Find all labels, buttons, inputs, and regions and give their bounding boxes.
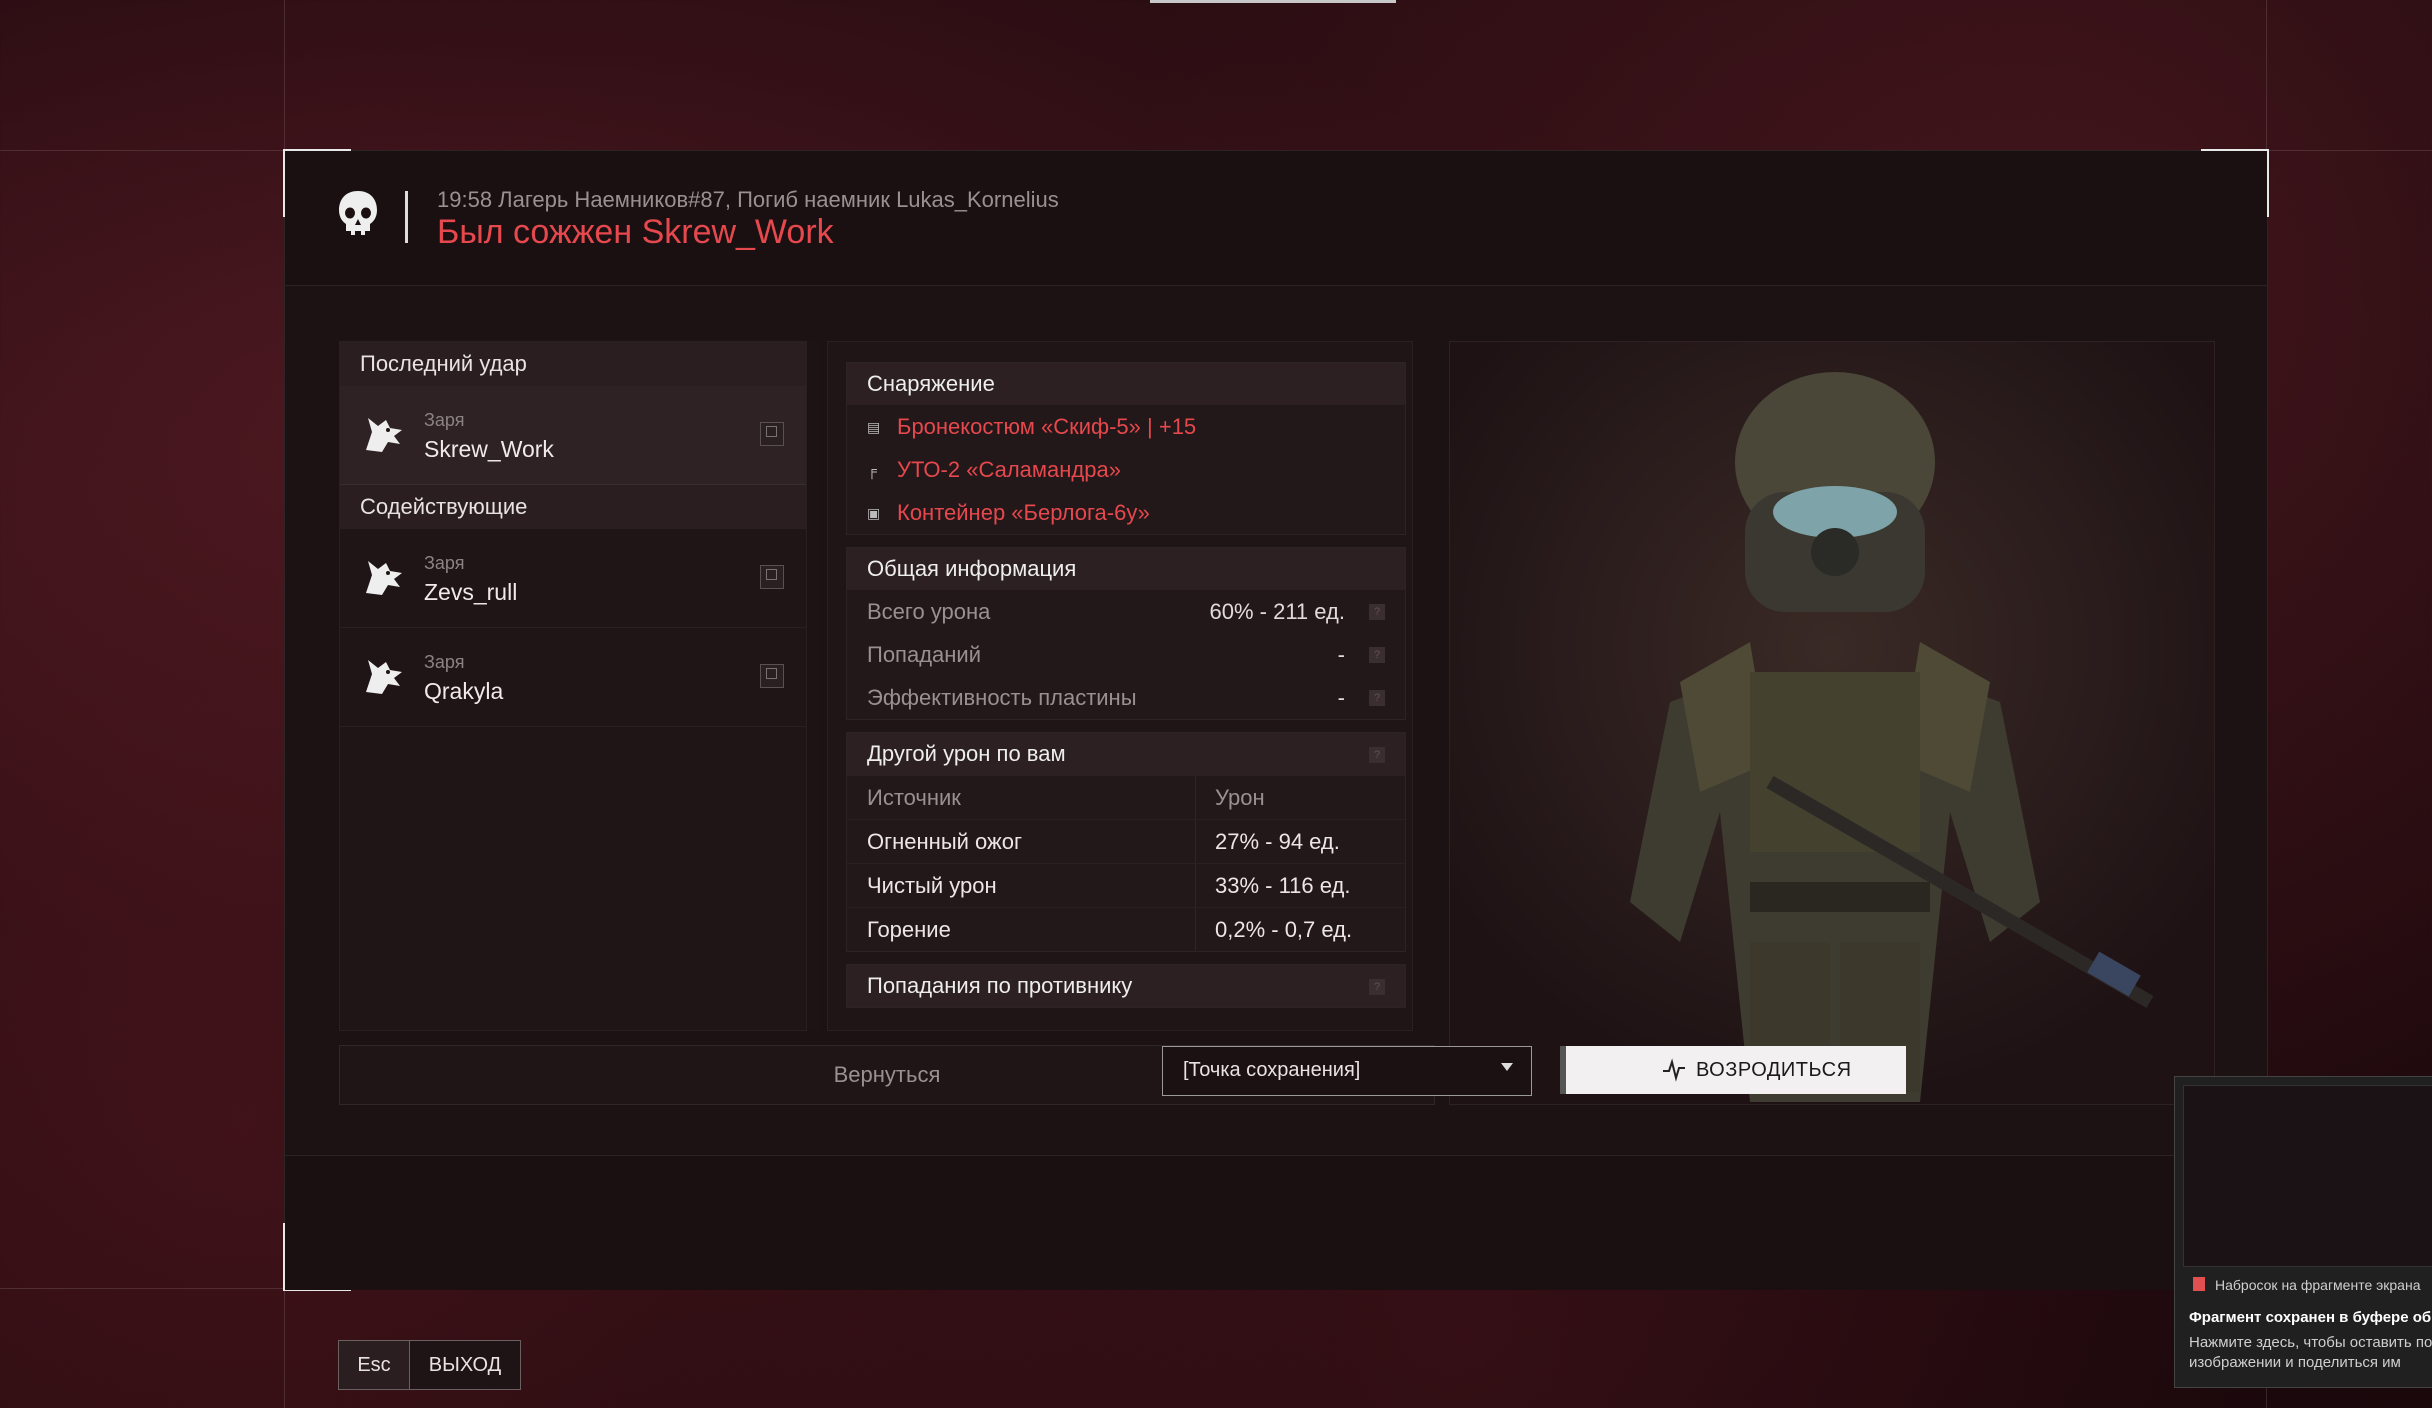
death-report-panel: 19:58 Лагерь Наемников#87, Погиб наемник… [283, 149, 2269, 1291]
info-value: 60% - 211 ед. [1209, 599, 1345, 624]
table-row: Чистый урон 33% - 116 ед. [847, 863, 1405, 907]
wolf-faction-icon [366, 561, 402, 595]
spawn-point-select[interactable]: [Точка сохранения] [1162, 1046, 1532, 1096]
info-label: Попаданий [867, 642, 981, 667]
damage-value: 0,2% - 0,7 ед. [1215, 917, 1353, 942]
pulse-icon [1663, 1058, 1685, 1082]
equipment-heading: Снаряжение [847, 363, 1405, 405]
left-scrollbar[interactable] [809, 341, 819, 1029]
enemy-hits-title: Попадания по противнику [867, 973, 1133, 998]
equipment-item[interactable]: ▣ Контейнер «Берлога-6у» [847, 491, 1405, 534]
snip-thumbnail [2183, 1085, 2432, 1267]
header-separator [405, 191, 408, 243]
table-header: Источник Урон [847, 775, 1405, 819]
general-info-block: Общая информация Всего урона 60% - 211 е… [846, 547, 1406, 720]
weapon-icon: ╒ [867, 461, 877, 478]
enemy-hits-heading: Попадания по противнику ? [847, 965, 1405, 1007]
equipment-item-name: УТО-2 «Саламандра» [897, 457, 1121, 482]
respawn-button[interactable]: ВОЗРОДИТЬСЯ [1560, 1046, 1906, 1094]
equipment-block: Снаряжение ▤ Бронекостюм «Скиф-5» | +15 … [846, 362, 1406, 535]
damage-value: 27% - 94 ед. [1215, 829, 1340, 854]
killer-row[interactable]: Заря Skrew_Work [340, 386, 806, 485]
damage-source: Чистый урон [867, 873, 997, 898]
other-damage-title: Другой урон по вам [867, 741, 1066, 766]
equipment-item-name: Бронекостюм «Скиф-5» | +15 [897, 414, 1197, 439]
death-subtitle: 19:58 Лагерь Наемников#87, Погиб наемник… [437, 187, 1059, 212]
other-damage-heading: Другой урон по вам ? [847, 733, 1405, 775]
exit-button[interactable]: Esc ВЫХОД [338, 1340, 521, 1390]
killers-panel: Последний удар Заря Skrew_Work Содейству… [339, 341, 807, 1031]
info-label: Всего урона [867, 599, 991, 624]
help-icon[interactable]: ? [1369, 747, 1385, 763]
help-icon[interactable]: ? [1369, 979, 1385, 995]
footer-bar [285, 1155, 2267, 1290]
toast-body: Нажмите здесь, чтобы оставить по изображ… [2189, 1334, 2432, 1371]
info-value: - [1337, 642, 1345, 667]
assists-heading: Содействующие [340, 485, 806, 529]
wolf-faction-icon [366, 418, 402, 452]
toast-app-name: Набросок на фрагменте экрана [2215, 1277, 2421, 1293]
character-preview [1449, 341, 2215, 1105]
equipment-item-name: Контейнер «Берлога-6у» [897, 500, 1150, 525]
exit-label: ВЫХОД [410, 1341, 520, 1389]
damage-source: Огненный ожог [867, 829, 1022, 854]
assist-row[interactable]: Заря Qrakyla [340, 628, 806, 727]
copy-icon[interactable] [760, 565, 784, 589]
respawn-label: ВОЗРОДИТЬСЯ [1696, 1059, 1852, 1081]
container-icon: ▣ [867, 504, 881, 521]
table-row: Огненный ожог 27% - 94 ед. [847, 819, 1405, 863]
help-icon[interactable]: ? [1369, 690, 1385, 706]
snipping-tool-icon [2193, 1277, 2205, 1291]
player-faction: Заря [424, 553, 465, 573]
help-icon[interactable]: ? [1369, 604, 1385, 620]
general-info-heading: Общая информация [847, 548, 1405, 590]
info-value: - [1337, 685, 1345, 710]
info-row: Попаданий - ? [847, 633, 1405, 676]
top-progress-bar [1150, 0, 1396, 3]
player-faction: Заря [424, 410, 465, 430]
equipment-item[interactable]: ▤ Бронекостюм «Скиф-5» | +15 [847, 405, 1405, 448]
table-row: Горение 0,2% - 0,7 ед. [847, 907, 1405, 951]
equipment-item[interactable]: ╒ УТО-2 «Саламандра» [847, 448, 1405, 491]
damage-source: Горение [867, 917, 951, 942]
esc-key: Esc [339, 1341, 410, 1389]
help-icon[interactable]: ? [1369, 647, 1385, 663]
enemy-hits-block[interactable]: Попадания по противнику ? [846, 964, 1406, 1008]
toast-title: Фрагмент сохранен в буфере обм [2189, 1309, 2432, 1326]
damage-value: 33% - 116 ед. [1215, 873, 1351, 898]
player-name: Zevs_rull [424, 579, 518, 605]
col-damage: Урон [1215, 785, 1265, 810]
info-label: Эффективность пластины [867, 685, 1137, 710]
player-faction: Заря [424, 652, 465, 672]
copy-icon[interactable] [760, 422, 784, 446]
skull-icon [339, 191, 377, 235]
spawn-point-value: [Точка сохранения] [1183, 1059, 1361, 1081]
chevron-down-icon [1501, 1063, 1513, 1071]
last-hit-heading: Последний удар [340, 342, 806, 386]
copy-icon[interactable] [760, 664, 784, 688]
player-name: Qrakyla [424, 678, 504, 704]
info-row: Всего урона 60% - 211 ед. ? [847, 590, 1405, 633]
wolf-faction-icon [366, 660, 402, 694]
armor-icon: ▤ [867, 418, 881, 435]
player-name: Skrew_Work [424, 436, 554, 462]
snip-notification[interactable]: Набросок на фрагменте экрана Фрагмент со… [2174, 1076, 2432, 1388]
death-title: Был сожжен Skrew_Work [437, 213, 834, 251]
col-source: Источник [867, 785, 961, 810]
death-header: 19:58 Лагерь Наемников#87, Погиб наемник… [285, 151, 2267, 286]
details-panel: Снаряжение ▤ Бронекостюм «Скиф-5» | +15 … [827, 341, 1413, 1031]
armored-soldier-image [1450, 342, 2214, 1104]
other-damage-block: Другой урон по вам ? Источник Урон Огнен… [846, 732, 1406, 952]
info-row: Эффективность пластины - ? [847, 676, 1405, 719]
assist-row[interactable]: Заря Zevs_rull [340, 529, 806, 628]
